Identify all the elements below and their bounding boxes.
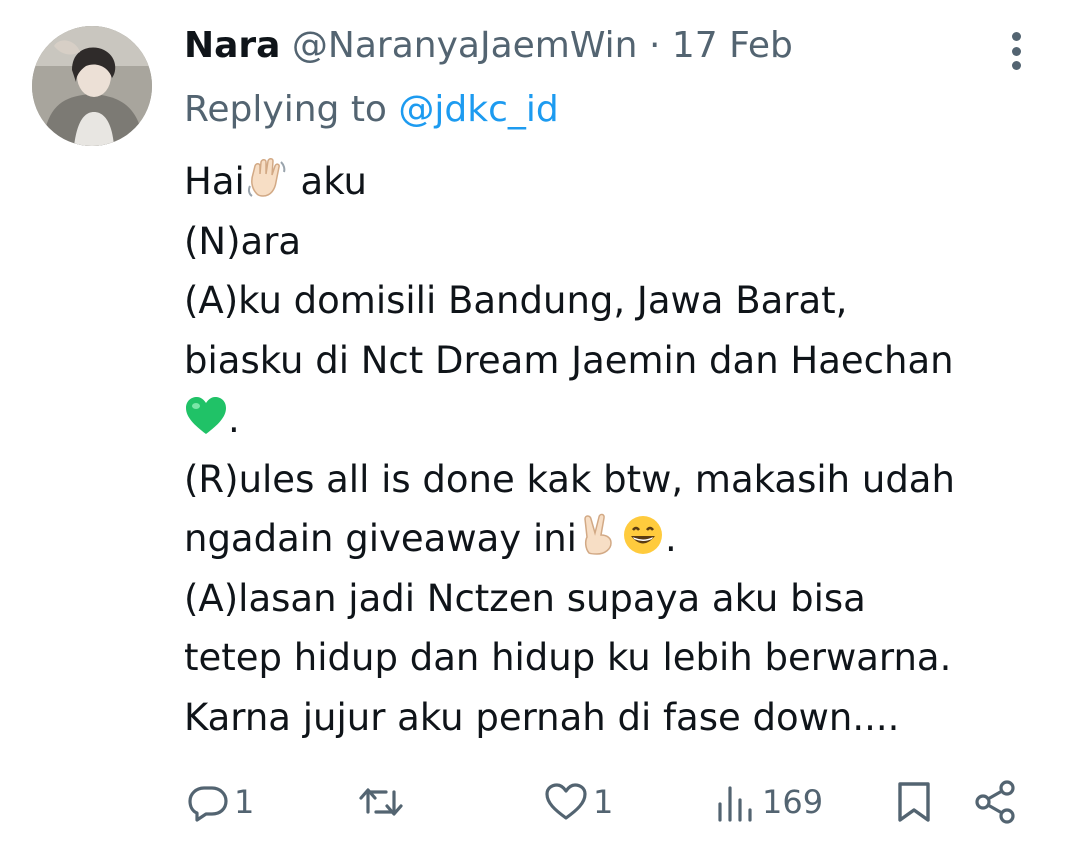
tweet-text-segment: Hai [184, 160, 245, 203]
green-heart-icon [186, 397, 226, 434]
more-options-icon[interactable] [1006, 32, 1026, 70]
replying-label: Replying to [184, 89, 387, 130]
tweet-line: (A)ku domisili Bandung, Jawa Barat, [184, 279, 848, 322]
tweet-text-segment: ngadain giveaway ini [184, 517, 577, 560]
views-button[interactable]: 169 [714, 770, 823, 834]
share-button[interactable] [972, 770, 1020, 834]
replying-mention[interactable]: @jdkc_id [398, 89, 558, 130]
victory-hand-icon [584, 513, 612, 555]
bookmark-button[interactable] [892, 770, 936, 834]
view-count: 169 [762, 783, 824, 821]
tweet-line: ngadain giveaway ini . [184, 509, 1064, 569]
views-icon [718, 786, 752, 822]
tweet-line: biasku di Nct Dream Jaemin dan Haechan [184, 338, 954, 382]
reply-button[interactable]: 1 [186, 770, 254, 834]
tweet-line: (N)ara [184, 219, 302, 263]
tweet-text: Hai aku (N)ara (A)ku domisili Bandung, J… [184, 152, 1064, 747]
tweet-text-segment: . [228, 398, 240, 441]
heart-icon [545, 783, 587, 820]
bookmark-icon [898, 782, 930, 822]
tweet-line: (A)lasan jadi Nctzen supaya aku bisa [184, 576, 866, 620]
grinning-face-icon [623, 516, 662, 554]
action-bar: 1 1 169 [0, 770, 1076, 834]
like-count: 1 [593, 783, 614, 821]
tweet-text-segment: . [664, 517, 677, 560]
tweet-header: Nara @NaranyaJaemWin · 17 Feb [184, 22, 793, 70]
retweet-icon [359, 788, 403, 816]
tweet: Nara @NaranyaJaemWin · 17 Feb Replying t… [0, 0, 1076, 854]
tweet-line: tetep hidup dan hidup ku lebih berwarna. [184, 636, 952, 679]
share-icon [975, 780, 1015, 824]
tweet-date[interactable]: 17 Feb [672, 25, 793, 66]
like-button[interactable]: 1 [543, 770, 613, 834]
tweet-line: (R)ules all is done kak btw, makasih uda… [184, 457, 955, 501]
retweet-button[interactable] [356, 770, 406, 834]
reply-count: 1 [234, 783, 255, 821]
tweet-line: Hai aku [184, 152, 1064, 212]
replying-to: Replying to @jdkc_id [184, 86, 559, 134]
tweet-line: . [184, 390, 1064, 450]
tweet-text-segment: aku [288, 160, 367, 203]
tweet-line: Karna jujur aku pernah di fase down.... [184, 695, 900, 739]
author-handle[interactable]: @NaranyaJaemWin [292, 25, 638, 66]
avatar-image [32, 26, 152, 146]
author-name[interactable]: Nara [184, 25, 280, 66]
avatar[interactable] [32, 26, 152, 146]
header-separator: · [648, 25, 661, 66]
waving-hand-icon [247, 158, 286, 197]
reply-icon [188, 786, 228, 822]
